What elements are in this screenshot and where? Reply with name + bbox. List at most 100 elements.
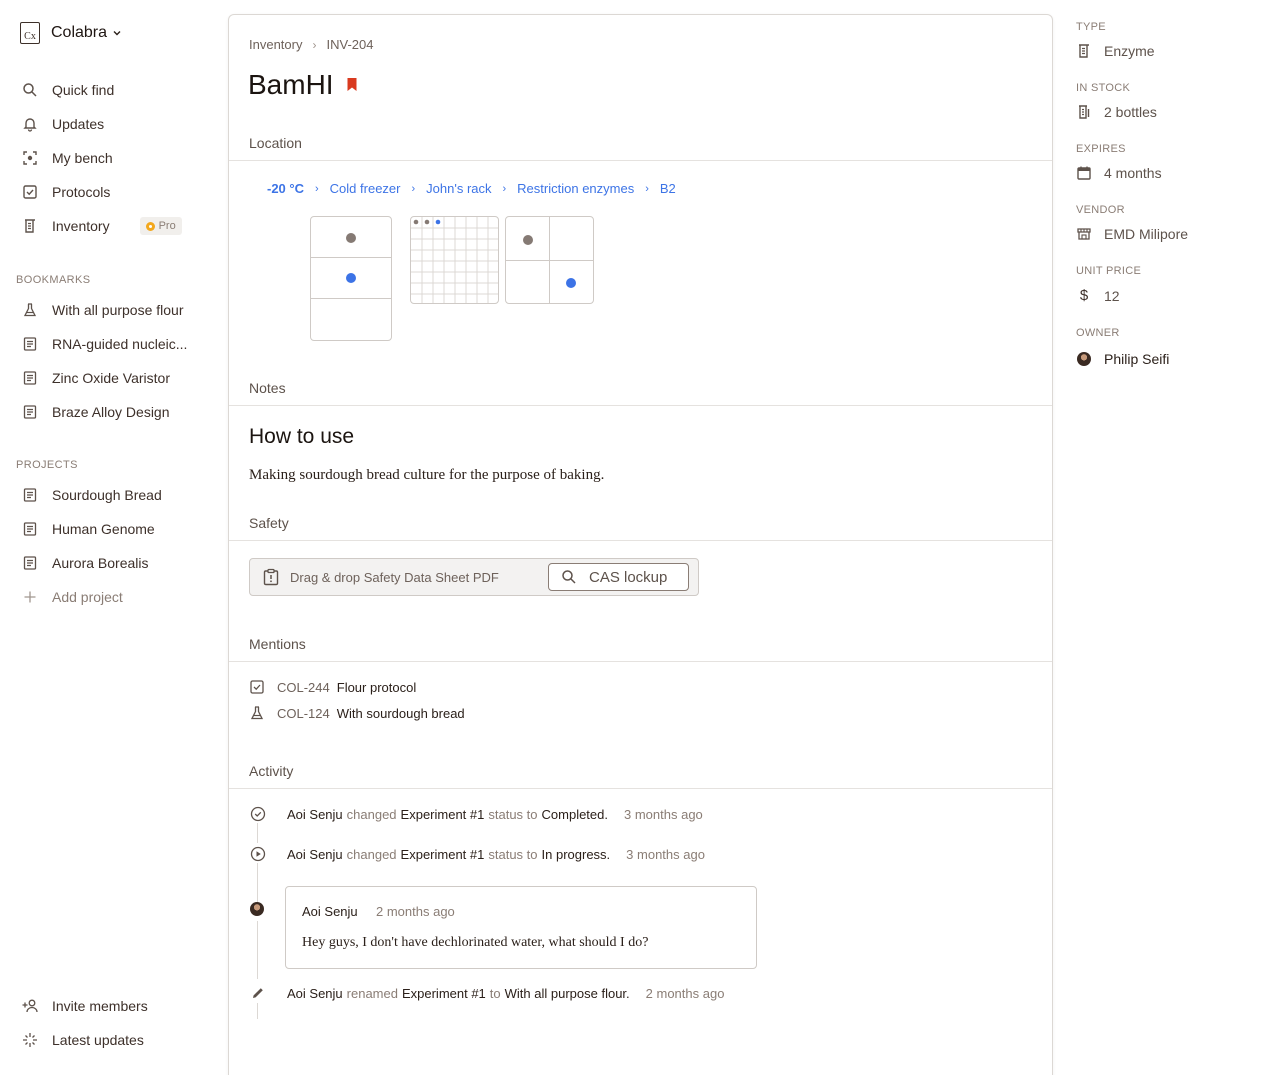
nav-label: Protocols bbox=[52, 184, 111, 200]
page-title: BamHI bbox=[248, 69, 358, 101]
pro-badge-label: Pro bbox=[158, 220, 176, 232]
play-circle-icon bbox=[249, 846, 267, 862]
project-item[interactable]: Sourdough Bread bbox=[16, 481, 196, 509]
location-box[interactable]: Restriction enzymes bbox=[517, 181, 634, 196]
mention-item[interactable]: COL-244 Flour protocol bbox=[249, 679, 416, 695]
activity-object[interactable]: Experiment #1 bbox=[401, 807, 485, 822]
timeline-line bbox=[257, 863, 258, 903]
activity-value: Completed. bbox=[541, 806, 608, 822]
owner-field[interactable]: Philip Seifi bbox=[1076, 351, 1169, 367]
divider bbox=[229, 788, 1052, 789]
mention-title[interactable]: Flour protocol bbox=[337, 680, 416, 695]
activity-value: With all purpose flour. bbox=[504, 985, 630, 1001]
activity-event: Aoi Senju changed Experiment #1 status t… bbox=[249, 806, 703, 822]
comment-author[interactable]: Aoi Senju bbox=[302, 904, 358, 919]
owner-label: OWNER bbox=[1076, 327, 1120, 339]
box-grid-diagram[interactable] bbox=[410, 216, 499, 304]
invite-members-button[interactable]: Invite members bbox=[16, 992, 196, 1020]
activity-connector: status to bbox=[488, 846, 538, 862]
unit-price-label: UNIT PRICE bbox=[1076, 265, 1142, 277]
bookmark-item[interactable]: With all purpose flour bbox=[16, 296, 196, 324]
mention-item[interactable]: COL-124 With sourdough bread bbox=[249, 705, 465, 721]
position-detail-diagram[interactable] bbox=[505, 216, 594, 304]
activity-object[interactable]: Experiment #1 bbox=[402, 986, 486, 1001]
project-label: Aurora Borealis bbox=[52, 555, 149, 571]
sds-dropzone[interactable]: Drag & drop Safety Data Sheet PDF CAS lo… bbox=[249, 558, 699, 596]
item-title[interactable]: BamHI bbox=[248, 69, 334, 101]
check-circle-icon bbox=[249, 806, 267, 822]
activity-user[interactable]: Aoi Senju bbox=[287, 986, 343, 1001]
activity-event: Aoi Senju renamed Experiment #1 to With … bbox=[249, 985, 724, 1001]
nav-my-bench[interactable]: My bench bbox=[16, 144, 196, 172]
location-freezer[interactable]: Cold freezer bbox=[330, 181, 401, 196]
nav-label: Quick find bbox=[52, 82, 115, 98]
bookmark-icon[interactable] bbox=[346, 77, 358, 93]
activity-object[interactable]: Experiment #1 bbox=[401, 847, 485, 862]
nav-updates[interactable]: Updates bbox=[16, 110, 196, 138]
project-item[interactable]: Human Genome bbox=[16, 515, 196, 543]
activity-verb: renamed bbox=[346, 985, 398, 1001]
unit-price-field[interactable]: $ 12 bbox=[1076, 287, 1120, 304]
document-icon bbox=[16, 521, 44, 537]
bookmark-item[interactable]: Zinc Oxide Varistor bbox=[16, 364, 196, 392]
document-icon bbox=[16, 555, 44, 571]
document-icon bbox=[16, 404, 44, 420]
breadcrumb-inventory[interactable]: Inventory bbox=[249, 37, 302, 52]
avatar[interactable] bbox=[250, 902, 264, 916]
slot-occupied-marker bbox=[346, 233, 356, 243]
inventory-icon bbox=[16, 218, 44, 234]
in-stock-value: 2 bottles bbox=[1104, 104, 1157, 120]
mention-id: COL-244 bbox=[277, 679, 330, 695]
unit-price-value: 12 bbox=[1104, 287, 1120, 304]
activity-connector: status to bbox=[488, 806, 538, 822]
slot-occupied-marker bbox=[523, 235, 533, 245]
cas-lookup-button[interactable]: CAS lockup bbox=[548, 563, 689, 591]
mention-title[interactable]: With sourdough bread bbox=[337, 706, 465, 721]
nav-quick-find[interactable]: Quick find bbox=[16, 76, 196, 104]
document-icon bbox=[16, 336, 44, 352]
nav-protocols[interactable]: Protocols bbox=[16, 178, 196, 206]
chevron-right-icon: › bbox=[312, 37, 317, 52]
bookmark-label: With all purpose flour bbox=[52, 302, 184, 318]
activity-user[interactable]: Aoi Senju bbox=[287, 807, 343, 822]
location-position[interactable]: B2 bbox=[660, 181, 676, 196]
nav-inventory[interactable]: Inventory Pro bbox=[16, 212, 196, 240]
workspace-switcher[interactable]: Cx Colabra bbox=[20, 20, 123, 46]
add-project-button[interactable]: Add project bbox=[16, 583, 196, 611]
flask-icon bbox=[16, 302, 44, 318]
latest-updates-button[interactable]: Latest updates bbox=[16, 1026, 196, 1054]
expires-field[interactable]: 4 months bbox=[1076, 165, 1162, 181]
store-icon bbox=[1076, 226, 1092, 242]
vendor-field[interactable]: EMD Milipore bbox=[1076, 226, 1188, 242]
project-item[interactable]: Aurora Borealis bbox=[16, 549, 196, 577]
location-rack[interactable]: John's rack bbox=[426, 181, 491, 196]
flask-icon bbox=[249, 705, 265, 721]
activity-user[interactable]: Aoi Senju bbox=[287, 847, 343, 862]
timeline-line bbox=[257, 823, 258, 843]
mentions-label: Mentions bbox=[249, 636, 306, 652]
sds-dropzone-label: Drag & drop Safety Data Sheet PDF bbox=[290, 569, 499, 585]
comment-card[interactable]: Aoi Senju 2 months ago Hey guys, I don't… bbox=[285, 886, 757, 969]
activity-label: Activity bbox=[249, 763, 294, 779]
divider bbox=[229, 661, 1052, 662]
notes-body[interactable]: Making sourdough bread culture for the p… bbox=[249, 467, 604, 484]
expires-label: EXPIRES bbox=[1076, 143, 1126, 155]
owner-avatar bbox=[1076, 352, 1092, 366]
type-label: TYPE bbox=[1076, 21, 1106, 33]
expires-value: 4 months bbox=[1104, 165, 1162, 181]
type-field[interactable]: Enzyme bbox=[1076, 43, 1155, 59]
rack-diagram[interactable] bbox=[310, 216, 392, 341]
bookmark-label: Braze Alloy Design bbox=[52, 404, 170, 420]
in-stock-field[interactable]: 2 bottles bbox=[1076, 104, 1157, 120]
bookmark-item[interactable]: Braze Alloy Design bbox=[16, 398, 196, 426]
notes-heading[interactable]: How to use bbox=[249, 425, 354, 449]
breadcrumb-item-id[interactable]: INV-204 bbox=[326, 37, 373, 52]
document-icon bbox=[16, 487, 44, 503]
focus-icon bbox=[16, 150, 44, 166]
bookmark-item[interactable]: RNA-guided nucleic... bbox=[16, 330, 196, 358]
activity-event: Aoi Senju changed Experiment #1 status t… bbox=[249, 846, 705, 862]
breadcrumb: Inventory › INV-204 bbox=[249, 37, 373, 52]
activity-time: 3 months ago bbox=[624, 806, 703, 822]
latest-updates-label: Latest updates bbox=[52, 1032, 144, 1048]
location-temperature[interactable]: -20 °C bbox=[267, 181, 304, 196]
